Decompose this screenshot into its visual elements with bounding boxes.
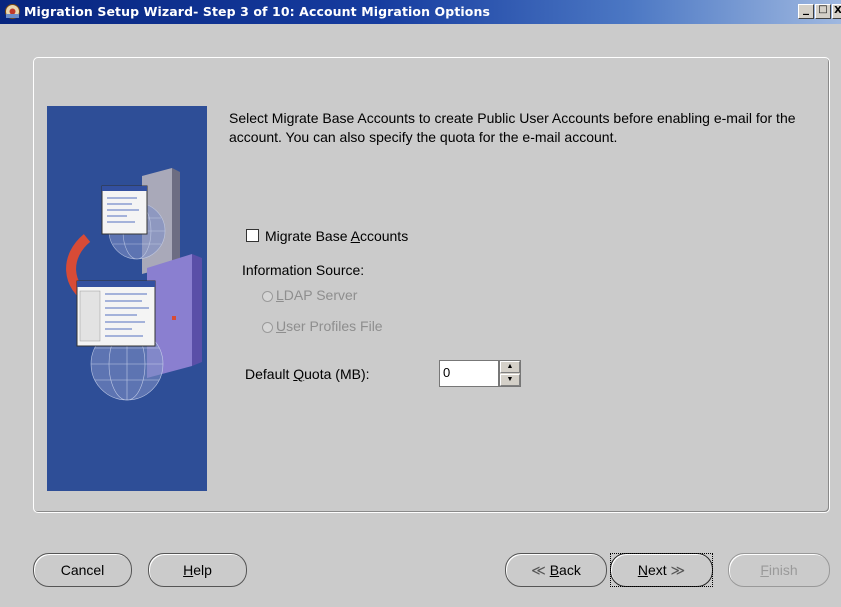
ldap-server-radio[interactable]: [262, 291, 273, 302]
app-icon: [5, 4, 20, 19]
default-quota-label: Default Quota (MB):: [245, 366, 370, 382]
default-quota-input[interactable]: 0: [439, 360, 499, 387]
window-titlebar[interactable]: Migration Setup Wizard- Step 3 of 10: Ac…: [0, 0, 841, 24]
finish-button[interactable]: Finish: [728, 553, 830, 587]
migrate-base-accounts-label[interactable]: Migrate Base Accounts: [265, 228, 408, 244]
description-text: Select Migrate Base Accounts to create P…: [229, 110, 796, 145]
back-button[interactable]: ≪ Back: [505, 553, 607, 587]
maximize-button[interactable]: □: [815, 4, 831, 19]
close-button[interactable]: X: [832, 4, 841, 19]
spin-down-icon[interactable]: ▼: [500, 374, 520, 386]
cancel-button[interactable]: Cancel: [33, 553, 132, 587]
help-button[interactable]: Help: [148, 553, 247, 587]
migrate-base-accounts-checkbox[interactable]: [246, 229, 259, 242]
spin-up-icon[interactable]: ▲: [500, 361, 520, 373]
ldap-server-label: LDAP Server: [276, 287, 358, 303]
minimize-button[interactable]: _: [798, 1, 814, 19]
user-profiles-file-label: User Profiles File: [276, 318, 383, 334]
migration-illustration: [47, 106, 207, 491]
default-quota-spinner[interactable]: ▲ ▼: [499, 360, 521, 387]
next-focus-ring: [610, 553, 713, 587]
window-title: Migration Setup Wizard- Step 3 of 10: Ac…: [24, 4, 491, 19]
information-source-label: Information Source:: [242, 262, 365, 278]
user-profiles-file-radio[interactable]: [262, 322, 273, 333]
